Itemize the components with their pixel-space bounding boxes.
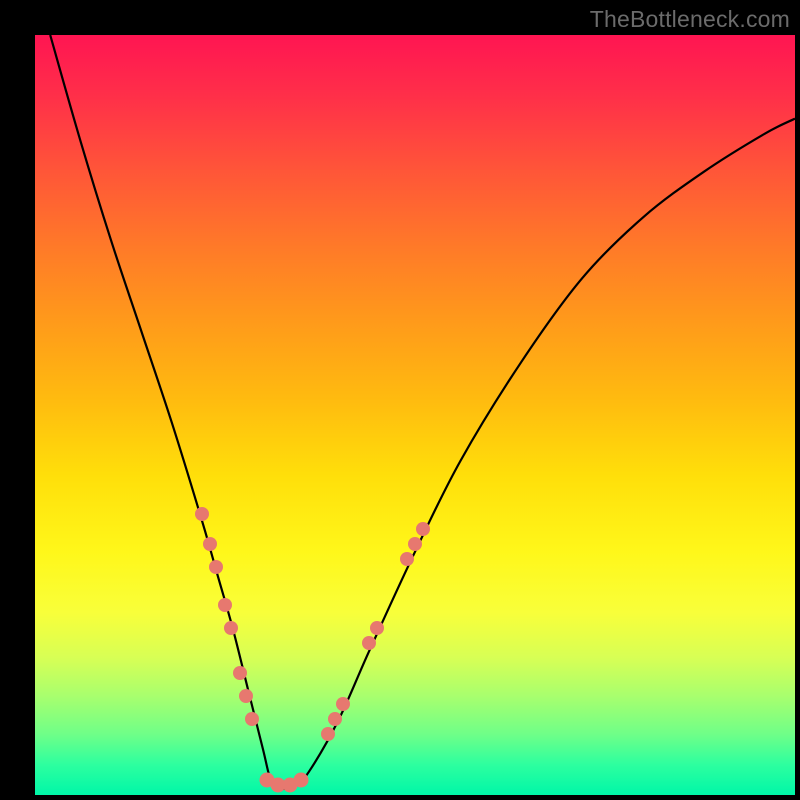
watermark-text: TheBottleneck.com	[590, 6, 790, 33]
data-point-right-cluster-1	[321, 727, 335, 741]
data-point-left-cluster-2	[203, 537, 217, 551]
data-point-left-cluster-7	[239, 689, 253, 703]
data-point-right-cluster-8	[416, 522, 430, 536]
data-point-left-cluster-8	[245, 712, 259, 726]
data-point-right-cluster-3	[336, 697, 350, 711]
data-point-bottom-4	[294, 772, 309, 787]
data-point-right-cluster-7	[408, 537, 422, 551]
data-point-left-cluster-4	[218, 598, 232, 612]
data-point-left-cluster-1	[195, 507, 209, 521]
plot-area	[35, 35, 795, 795]
data-point-left-cluster-5	[224, 621, 238, 635]
bottleneck-curve	[35, 35, 795, 795]
data-point-right-cluster-6	[400, 552, 414, 566]
data-point-right-cluster-4	[362, 636, 376, 650]
data-point-left-cluster-3	[209, 560, 223, 574]
data-point-right-cluster-5	[370, 621, 384, 635]
data-point-right-cluster-2	[328, 712, 342, 726]
data-point-left-cluster-6	[233, 666, 247, 680]
chart-stage: TheBottleneck.com	[0, 0, 800, 800]
